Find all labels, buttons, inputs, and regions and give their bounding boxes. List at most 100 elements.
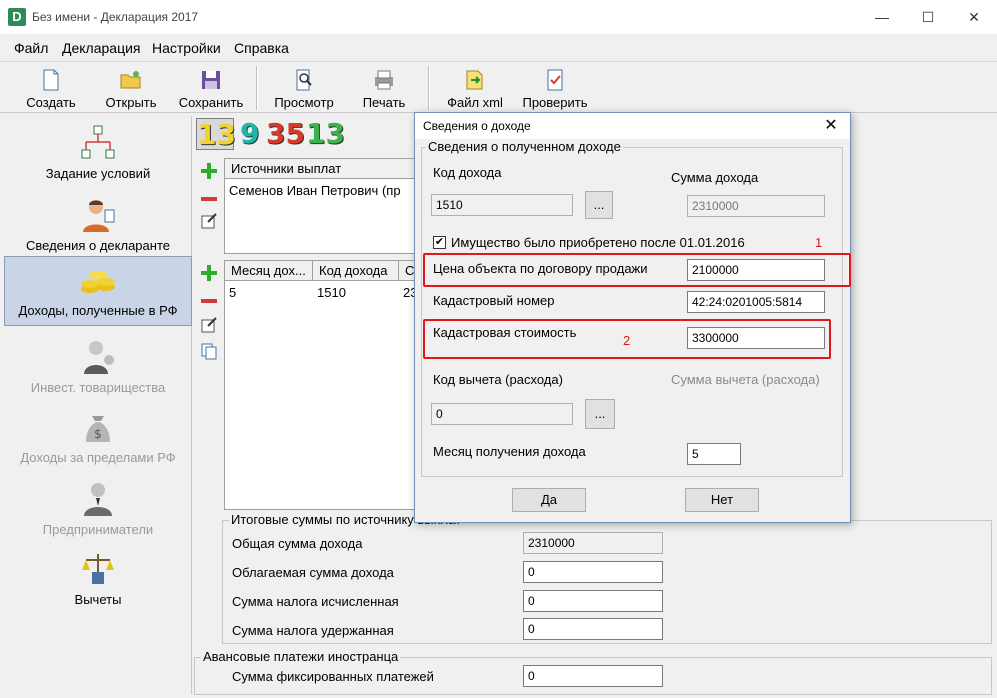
income-row-month[interactable]: 5 [229, 285, 236, 300]
person-icon [83, 200, 115, 232]
sources-list[interactable]: Источники выплат Семенов Иван Петрович (… [224, 158, 424, 254]
window-title: Без имени - Декларация 2017 [32, 10, 199, 24]
column-header-month[interactable]: Месяц дох... [225, 261, 313, 280]
advance-title: Авансовые платежи иностранца [201, 649, 401, 664]
sidebar-item-declarant[interactable]: Сведения о декларанте [4, 192, 192, 262]
cadastral-cost-label: Кадастровая стоимость [433, 325, 577, 340]
sidebar-item-income-abroad[interactable]: $ Доходы за пределами РФ [4, 404, 192, 474]
money-bag-icon: $ [86, 416, 110, 442]
annotation-2: 2 [623, 333, 631, 348]
remove-income-icon[interactable] [200, 292, 218, 310]
income-code-field[interactable]: 1510 [431, 194, 573, 216]
received-income-title: Сведения о полученном доходе [426, 139, 623, 154]
magnifier-document-icon [296, 69, 312, 91]
sidebar: Задание условий Сведения о декларанте До… [4, 116, 192, 694]
scales-icon [82, 554, 114, 584]
print-button[interactable]: Печать [354, 66, 414, 112]
checklist-icon [547, 69, 563, 91]
tax-calculated-field[interactable]: 0 [523, 590, 663, 612]
dialog-close-button[interactable]: ✕ [818, 115, 844, 137]
open-button[interactable]: Открыть [98, 66, 164, 112]
income-month-field[interactable]: 5 [687, 443, 741, 465]
cadastral-cost-field[interactable]: 3300000 [687, 327, 825, 349]
rate-tab-9[interactable]: 9 [240, 118, 264, 150]
copy-income-icon[interactable] [200, 342, 218, 360]
printer-icon [375, 70, 393, 90]
sidebar-item-entrepreneurs[interactable]: Предприниматели [4, 476, 192, 546]
no-button[interactable]: Нет [685, 488, 759, 512]
yes-button[interactable]: Да [512, 488, 586, 512]
app-logo-icon: D [8, 8, 26, 26]
income-row-code[interactable]: 1510 [317, 285, 346, 300]
svg-text:$: $ [94, 427, 102, 441]
sidebar-item-invest[interactable]: Инвест. товарищества [4, 334, 192, 404]
open-folder-icon [120, 71, 141, 89]
file-xml-button[interactable]: Файл xml [442, 66, 508, 112]
edit-income-icon[interactable] [200, 316, 218, 334]
sidebar-item-conditions[interactable]: Задание условий [4, 120, 192, 190]
remove-source-icon[interactable] [200, 190, 218, 208]
sources-header: Источники выплат [225, 159, 423, 178]
toolbar: Создать Открыть Сохранить Просмотр Печат… [0, 61, 997, 113]
minimize-button[interactable]: — [859, 6, 905, 28]
income-code-browse-button[interactable]: ... [585, 191, 613, 219]
sale-price-label: Цена объекта по договору продажи [433, 261, 648, 276]
total-income-field: 2310000 [523, 532, 663, 554]
deduction-code-field[interactable]: 0 [431, 403, 573, 425]
floppy-disk-icon [202, 71, 220, 89]
edit-source-icon[interactable] [200, 212, 218, 230]
sale-price-field[interactable]: 2100000 [687, 259, 825, 281]
annotation-1: 1 [815, 235, 823, 250]
coins-icon [81, 271, 115, 293]
menu-help[interactable]: Справка [234, 40, 289, 56]
column-header-code[interactable]: Код дохода [313, 261, 399, 280]
dialog-title-bar: Сведения о доходе ✕ [415, 113, 850, 139]
rate-tabs: 13 9 35 13 [196, 118, 416, 151]
menu-declaration[interactable]: Декларация [62, 40, 141, 56]
fixed-payments-label: Сумма фиксированных платежей [232, 669, 434, 684]
toolbar-separator [256, 66, 258, 110]
income-sum-label: Сумма дохода [671, 170, 759, 185]
taxable-income-field[interactable]: 0 [523, 561, 663, 583]
dialog-title: Сведения о доходе [423, 119, 531, 133]
menu-file[interactable]: Файл [14, 40, 48, 56]
deduction-code-label: Код вычета (расхода) [433, 372, 563, 387]
rate-tab-13-active[interactable]: 13 [196, 118, 236, 151]
save-button[interactable]: Сохранить [174, 66, 248, 112]
businessman-icon [84, 483, 112, 516]
income-sum-field: 2310000 [687, 195, 825, 217]
toolbar-separator [428, 66, 430, 110]
fixed-payments-field[interactable]: 0 [523, 665, 663, 687]
rate-tab-13-other[interactable]: 13 [306, 118, 345, 150]
source-row[interactable]: Семенов Иван Петрович (пр [229, 183, 401, 198]
close-window-button[interactable]: ✕ [951, 6, 997, 28]
preview-button[interactable]: Просмотр [268, 66, 340, 112]
title-bar: D Без имени - Декларация 2017 — ☐ ✕ [0, 0, 997, 34]
maximize-button[interactable]: ☐ [905, 6, 951, 28]
sidebar-item-deductions[interactable]: Вычеты [4, 546, 192, 616]
tax-withheld-field[interactable]: 0 [523, 618, 663, 640]
tax-withheld-label: Сумма налога удержанная [232, 623, 394, 638]
cadastral-number-label: Кадастровый номер [433, 293, 555, 308]
acquired-after-checkbox[interactable]: ✔ [433, 236, 446, 249]
tree-icon [81, 125, 115, 159]
menu-settings[interactable]: Настройки [152, 40, 221, 56]
taxable-income-label: Облагаемая сумма дохода [232, 565, 394, 580]
income-dialog: Сведения о доходе ✕ Сведения о полученно… [414, 112, 851, 523]
menu-bar: Файл Декларация Настройки Справка [0, 36, 997, 60]
income-month-label: Месяц получения дохода [433, 444, 586, 459]
income-grid[interactable]: Месяц дох... Код дохода С 5 1510 23 [224, 260, 424, 510]
rate-tab-35[interactable]: 35 [266, 118, 305, 150]
export-xml-icon [466, 70, 483, 90]
create-button[interactable]: Создать [20, 66, 82, 112]
deduction-code-browse-button[interactable]: ... [585, 399, 615, 429]
deduction-sum-label: Сумма вычета (расхода) [671, 372, 820, 387]
investor-icon [84, 341, 114, 374]
add-source-icon[interactable] [200, 162, 218, 180]
check-button[interactable]: Проверить [516, 66, 594, 112]
cadastral-number-field[interactable]: 42:24:0201005:5814 [687, 291, 825, 313]
acquired-after-label: Имущество было приобретено после 01.01.2… [451, 235, 745, 250]
add-income-icon[interactable] [200, 264, 218, 282]
sidebar-item-income-rf[interactable]: Доходы, полученные в РФ [4, 256, 192, 326]
new-document-icon [43, 69, 59, 91]
